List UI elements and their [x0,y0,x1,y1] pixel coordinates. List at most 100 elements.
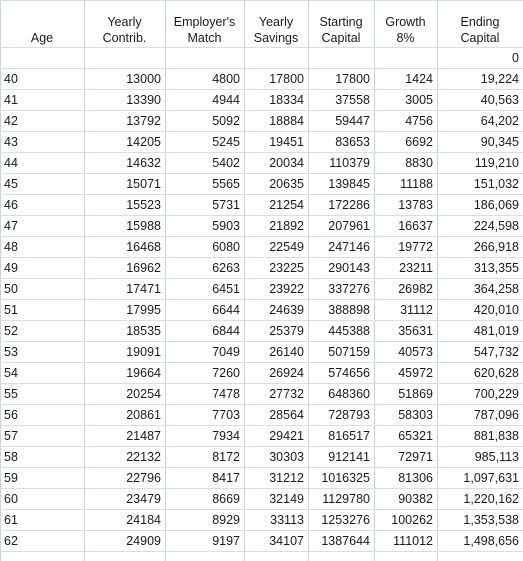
cell-yearly-savings[interactable]: 28564 [245,405,309,426]
cell-employers-match[interactable]: 5092 [166,111,245,132]
cell-employers-match[interactable] [166,552,245,561]
cell-growth[interactable]: 35631 [375,321,438,342]
cell-ending-capital[interactable]: 985,113 [438,447,523,468]
cell-age[interactable] [1,552,85,561]
cell-starting-capital[interactable]: 445388 [309,321,375,342]
cell-ending-capital[interactable]: 40,563 [438,90,523,111]
cell-yearly-contrib[interactable] [85,552,166,561]
cell-yearly-savings[interactable]: 22549 [245,237,309,258]
cell-growth[interactable]: 31112 [375,300,438,321]
cell-employers-match[interactable]: 7260 [166,363,245,384]
cell-yearly-contrib[interactable]: 14205 [85,132,166,153]
cell-ending-capital[interactable]: 186,069 [438,195,523,216]
cell-yearly-contrib[interactable]: 15523 [85,195,166,216]
cell-employers-match[interactable]: 8929 [166,510,245,531]
cell-growth[interactable]: 3005 [375,90,438,111]
cell-yearly-savings[interactable]: 34107 [245,531,309,552]
cell-employers-match[interactable]: 4944 [166,90,245,111]
cell-employers-match[interactable]: 7049 [166,342,245,363]
cell-age[interactable]: 61 [1,510,85,531]
cell-growth[interactable]: 111012 [375,531,438,552]
cell-yearly-contrib[interactable]: 14632 [85,153,166,174]
cell-yearly-savings[interactable]: 23922 [245,279,309,300]
cell-ending-capital[interactable]: 119,210 [438,153,523,174]
cell-yearly-contrib[interactable]: 20254 [85,384,166,405]
cell-starting-capital[interactable]: 648360 [309,384,375,405]
cell-ending-capital[interactable]: 90,345 [438,132,523,153]
cell-age[interactable]: 49 [1,258,85,279]
cell-starting-capital[interactable]: 1253276 [309,510,375,531]
cell-yearly-savings[interactable] [245,552,309,561]
cell-ending-capital[interactable]: 420,010 [438,300,523,321]
cell-growth[interactable]: 4756 [375,111,438,132]
cell-age[interactable]: 53 [1,342,85,363]
cell-growth[interactable]: 100262 [375,510,438,531]
cell-employers-match[interactable]: 6080 [166,237,245,258]
column-header-yearly-savings[interactable]: Yearly Savings [245,1,309,48]
cell-age[interactable]: 57 [1,426,85,447]
cell-age[interactable]: 60 [1,489,85,510]
cell-ending-capital[interactable]: 481,019 [438,321,523,342]
cell-starting-capital[interactable] [309,552,375,561]
cell-yearly-savings[interactable]: 24639 [245,300,309,321]
cell-yearly-contrib[interactable]: 22132 [85,447,166,468]
column-header-ending-capital[interactable]: Ending Capital [438,1,523,48]
cell-yearly-savings[interactable]: 20034 [245,153,309,174]
cell-starting-capital[interactable]: 912141 [309,447,375,468]
column-header-employers-match[interactable]: Employer's Match [166,1,245,48]
cell-growth[interactable]: 90382 [375,489,438,510]
cell-age[interactable]: 50 [1,279,85,300]
cell-employers-match[interactable]: 9197 [166,531,245,552]
cell-yearly-contrib[interactable]: 18535 [85,321,166,342]
cell-age[interactable]: 47 [1,216,85,237]
cell-yearly-savings[interactable]: 18884 [245,111,309,132]
cell-starting-capital[interactable]: 337276 [309,279,375,300]
cell-age[interactable]: 62 [1,531,85,552]
cell-yearly-contrib[interactable]: 24909 [85,531,166,552]
cell-starting-capital[interactable]: 59447 [309,111,375,132]
cell-age[interactable]: 40 [1,69,85,90]
cell-age[interactable]: 55 [1,384,85,405]
cell-growth[interactable]: 13783 [375,195,438,216]
cell-growth[interactable]: 19772 [375,237,438,258]
cell-growth[interactable]: 16637 [375,216,438,237]
cell-yearly-contrib[interactable]: 20861 [85,405,166,426]
cell-ending-capital[interactable]: 1,220,162 [438,489,523,510]
cell-starting-capital[interactable]: 290143 [309,258,375,279]
cell-age[interactable]: 59 [1,468,85,489]
column-header-yearly-contrib[interactable]: Yearly Contrib. [85,1,166,48]
cell-age[interactable]: 41 [1,90,85,111]
cell-yearly-contrib[interactable]: 16468 [85,237,166,258]
cell-ending-capital[interactable]: 620,628 [438,363,523,384]
cell-age[interactable]: 54 [1,363,85,384]
cell-employers-match[interactable]: 6844 [166,321,245,342]
cell-employers-match[interactable]: 7703 [166,405,245,426]
cell-yearly-contrib[interactable]: 24184 [85,510,166,531]
cell-age[interactable]: 43 [1,132,85,153]
cell-growth[interactable]: 58303 [375,405,438,426]
cell-yearly-savings[interactable]: 26140 [245,342,309,363]
cell-yearly-savings[interactable]: 29421 [245,426,309,447]
cell-yearly-savings[interactable]: 33113 [245,510,309,531]
cell-age[interactable]: 42 [1,111,85,132]
cell-employers-match[interactable]: 5402 [166,153,245,174]
cell-ending-capital[interactable]: 0 [438,48,523,69]
cell-employers-match[interactable]: 5731 [166,195,245,216]
cell-starting-capital[interactable]: 110379 [309,153,375,174]
cell-employers-match[interactable]: 5903 [166,216,245,237]
cell-employers-match[interactable]: 6263 [166,258,245,279]
cell-starting-capital[interactable]: 816517 [309,426,375,447]
cell-yearly-savings[interactable]: 27732 [245,384,309,405]
cell-yearly-contrib[interactable]: 13000 [85,69,166,90]
cell-yearly-contrib[interactable]: 22796 [85,468,166,489]
cell-yearly-savings[interactable]: 23225 [245,258,309,279]
cell-ending-capital[interactable]: 1,097,631 [438,468,523,489]
cell-employers-match[interactable]: 8669 [166,489,245,510]
cell-employers-match[interactable]: 7478 [166,384,245,405]
cell-starting-capital[interactable]: 172286 [309,195,375,216]
cell-yearly-contrib[interactable]: 19664 [85,363,166,384]
cell-ending-capital[interactable]: 547,732 [438,342,523,363]
cell-yearly-contrib[interactable]: 19091 [85,342,166,363]
cell-ending-capital[interactable] [438,552,523,561]
cell-age[interactable]: 58 [1,447,85,468]
